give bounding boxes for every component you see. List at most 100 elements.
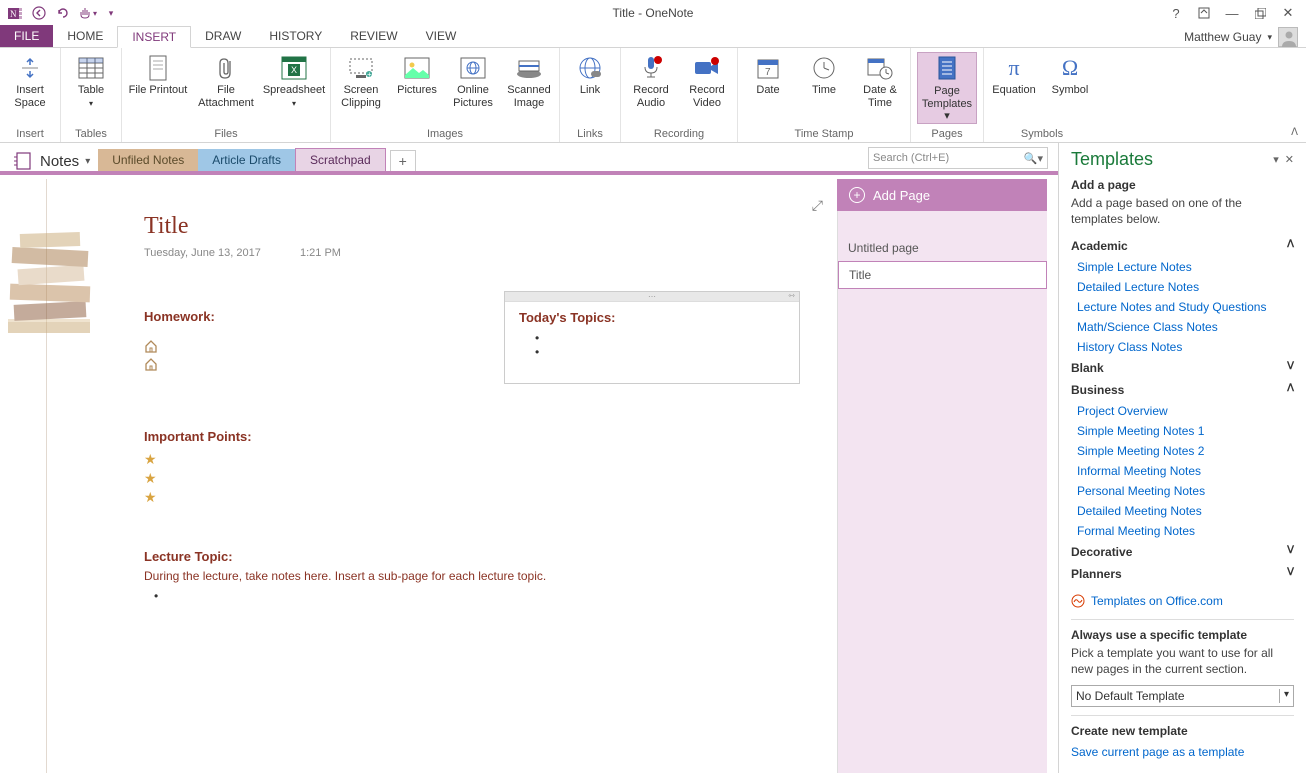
add-section-button[interactable]: + [390, 150, 416, 171]
chevron-down-icon: ᐯ [1287, 361, 1294, 375]
insert-space-button[interactable]: Insert Space [6, 52, 54, 109]
online-pictures-button[interactable]: Online Pictures [449, 52, 497, 109]
restore-icon[interactable] [1246, 2, 1274, 24]
page-item-untitled[interactable]: Untitled page [838, 235, 1047, 261]
house-icon [144, 357, 158, 371]
category-business[interactable]: Businessᐱ [1071, 379, 1294, 401]
category-decorative[interactable]: Decorativeᐯ [1071, 541, 1294, 563]
page-item-title[interactable]: Title [838, 261, 1047, 289]
qat-customize-icon[interactable]: ▾ [100, 2, 122, 24]
chevron-down-icon: ᐯ [1287, 545, 1294, 559]
quick-access-toolbar: N ▾ ▾ [0, 2, 122, 24]
tab-draw[interactable]: DRAW [191, 25, 255, 47]
template-link[interactable]: Project Overview [1071, 401, 1294, 421]
save-template-link[interactable]: Save current page as a template [1071, 742, 1294, 762]
star-icon: ★ [144, 470, 157, 487]
undo-icon[interactable] [52, 2, 74, 24]
table-button[interactable]: Table▾ [67, 52, 115, 108]
user-box[interactable]: Matthew Guay ▾ [1184, 27, 1306, 47]
template-link[interactable]: Math/Science Class Notes [1071, 317, 1294, 337]
template-link[interactable]: Simple Lecture Notes [1071, 257, 1294, 277]
lecture-body[interactable]: During the lecture, take notes here. Ins… [144, 569, 546, 583]
symbol-icon: Ω [1054, 54, 1086, 82]
lecture-heading[interactable]: Lecture Topic: [144, 549, 233, 564]
template-link[interactable]: Simple Meeting Notes 1 [1071, 421, 1294, 441]
close-icon[interactable]: ✕ [1274, 2, 1302, 24]
date-time-icon [864, 54, 896, 82]
pictures-button[interactable]: Pictures [393, 52, 441, 97]
spreadsheet-icon: X [278, 54, 310, 82]
lecture-bullet[interactable]: • [154, 589, 158, 603]
note-title[interactable]: Title [144, 213, 188, 240]
template-link[interactable]: Detailed Lecture Notes [1071, 277, 1294, 297]
container-handle[interactable]: ⋯⇿ [505, 292, 799, 302]
link-button[interactable]: Link [566, 52, 614, 97]
back-icon[interactable] [28, 2, 50, 24]
title-bar: N ▾ ▾ Title - OneNote ? — ✕ [0, 0, 1306, 26]
search-input[interactable]: Search (Ctrl+E) 🔍▾ [868, 147, 1048, 169]
expand-icon[interactable]: ⤢ [812, 197, 823, 214]
homework-heading[interactable]: Homework: [144, 309, 215, 324]
template-link[interactable]: Personal Meeting Notes [1071, 481, 1294, 501]
add-page-help: Add a page based on one of the templates… [1071, 196, 1294, 227]
video-icon [691, 54, 723, 82]
topics-list[interactable]: •• [519, 325, 785, 359]
template-link[interactable]: Simple Meeting Notes 2 [1071, 441, 1294, 461]
template-link[interactable]: History Class Notes [1071, 337, 1294, 357]
time-button[interactable]: Time [800, 52, 848, 97]
onenote-app-icon[interactable]: N [4, 2, 26, 24]
scanned-image-button[interactable]: Scanned Image [505, 52, 553, 109]
template-link[interactable]: Lecture Notes and Study Questions [1071, 297, 1294, 317]
notebook-name: Notes [40, 153, 79, 170]
category-blank[interactable]: Blankᐯ [1071, 357, 1294, 379]
tab-history[interactable]: HISTORY [255, 25, 336, 47]
default-template-select[interactable]: No Default Template▾ [1071, 685, 1294, 707]
page-templates-button[interactable]: Page Templates ▾ [917, 52, 977, 124]
category-academic[interactable]: Academicᐱ [1071, 235, 1294, 257]
record-audio-button[interactable]: Record Audio [627, 52, 675, 109]
minimize-icon[interactable]: — [1218, 2, 1246, 24]
link-icon [574, 54, 606, 82]
important-heading[interactable]: Important Points: [144, 429, 252, 444]
tab-home[interactable]: HOME [53, 25, 117, 47]
close-icon[interactable]: ✕ [1285, 153, 1294, 166]
note-canvas[interactable]: ⤢ Title Tuesday, June 13, 2017 1:21 PM H… [0, 179, 837, 773]
date-button[interactable]: 7Date [744, 52, 792, 97]
window-controls: ? — ✕ [1162, 2, 1306, 24]
section-tab-scratchpad[interactable]: Scratchpad [295, 148, 386, 171]
tab-file[interactable]: FILE [0, 25, 53, 47]
group-symbols: Symbols [990, 126, 1094, 142]
record-video-button[interactable]: Record Video [683, 52, 731, 109]
window-title: Title - OneNote [0, 6, 1306, 20]
office-templates-link[interactable]: Templates on Office.com [1091, 591, 1223, 611]
group-tables: Tables [67, 126, 115, 142]
category-planners[interactable]: Plannersᐯ [1071, 563, 1294, 585]
tab-view[interactable]: VIEW [412, 25, 471, 47]
topics-heading[interactable]: Today's Topics: [519, 310, 785, 325]
spreadsheet-button[interactable]: XSpreadsheet▾ [264, 52, 324, 108]
user-name: Matthew Guay [1184, 30, 1261, 44]
full-screen-icon[interactable] [1190, 2, 1218, 24]
tab-insert[interactable]: INSERT [117, 26, 191, 48]
touch-mode-icon[interactable]: ▾ [76, 2, 98, 24]
template-link[interactable]: Formal Meeting Notes [1071, 521, 1294, 541]
template-link[interactable]: Informal Meeting Notes [1071, 461, 1294, 481]
pane-menu-icon[interactable]: ▾ [1273, 153, 1279, 166]
template-link[interactable]: Detailed Meeting Notes [1071, 501, 1294, 521]
section-tab-drafts[interactable]: Article Drafts [198, 149, 295, 171]
homework-icons [144, 339, 158, 371]
section-tab-unfiled[interactable]: Unfiled Notes [98, 149, 198, 171]
screen-clipping-button[interactable]: +Screen Clipping [337, 52, 385, 109]
tab-review[interactable]: REVIEW [336, 25, 411, 47]
notebook-picker[interactable]: Notes ▾ [6, 151, 98, 171]
page-list: Untitled page Title [837, 211, 1047, 773]
equation-button[interactable]: πEquation [990, 52, 1038, 97]
add-page-button[interactable]: + Add Page [837, 179, 1047, 211]
help-icon[interactable]: ? [1162, 2, 1190, 24]
symbol-button[interactable]: ΩSymbol [1046, 52, 1094, 97]
topics-container[interactable]: ⋯⇿ Today's Topics: •• [504, 291, 800, 384]
collapse-ribbon-icon[interactable]: ᐱ [1291, 127, 1298, 138]
file-printout-button[interactable]: File Printout [128, 52, 188, 97]
file-attachment-button[interactable]: File Attachment [196, 52, 256, 109]
date-time-button[interactable]: Date & Time [856, 52, 904, 109]
